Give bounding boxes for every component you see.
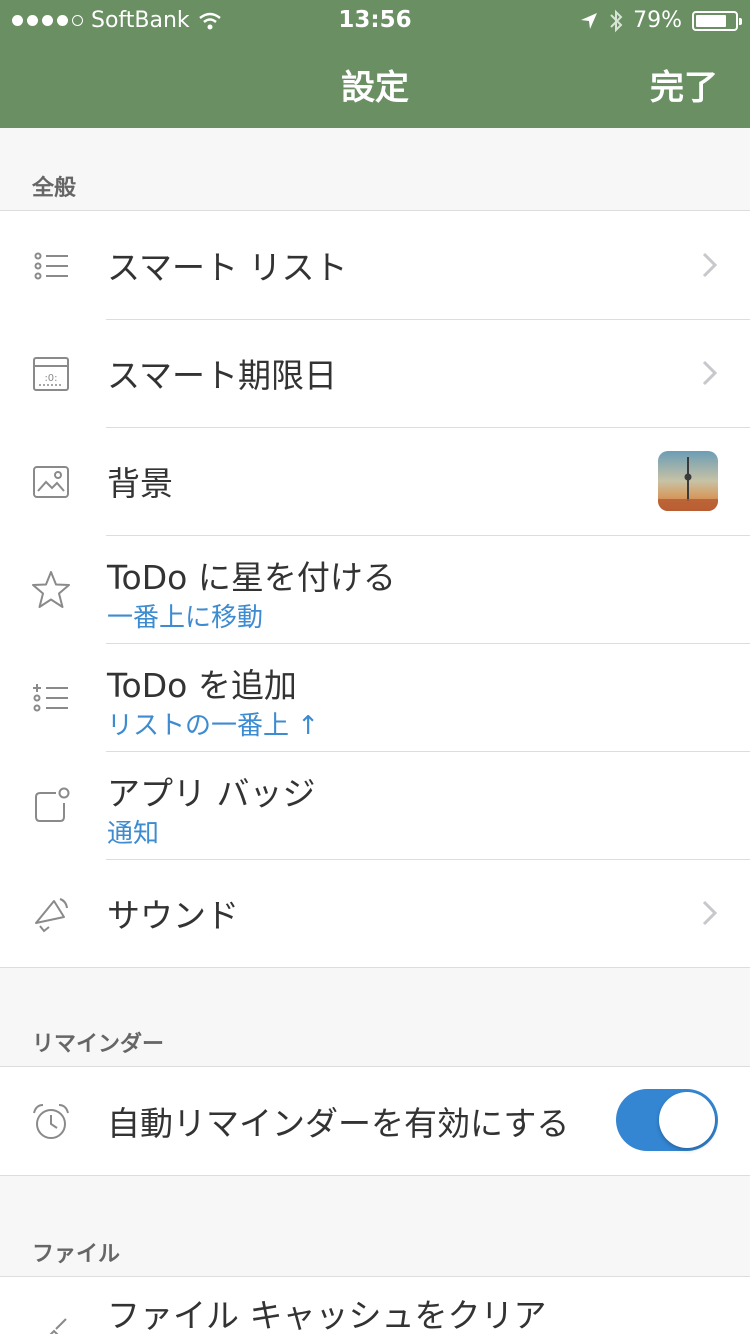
reminders-group: 自動リマインダーを有効にする — [0, 1066, 750, 1176]
location-arrow-icon — [581, 12, 598, 29]
add-todo-label: ToDo を追加 — [107, 666, 297, 705]
sound-row[interactable]: サウンド — [0, 859, 750, 967]
section-header-files: ファイル — [32, 1242, 121, 1267]
background-label: 背景 — [107, 464, 173, 503]
sound-label: サウンド — [107, 896, 239, 935]
section-header-reminders: リマインダー — [32, 1032, 165, 1057]
auto-reminder-row: 自動リマインダーを有効にする — [0, 1067, 750, 1175]
smart-due-date-label: スマート期限日 — [107, 356, 338, 395]
chevron-right-icon — [702, 360, 718, 386]
chevron-right-icon — [702, 900, 718, 926]
star-todo-value: 一番上に移動 — [107, 603, 264, 633]
alarm-clock-icon — [33, 1104, 69, 1139]
star-todo-label: ToDo に星を付ける — [107, 558, 396, 597]
section-header-general: 全般 — [32, 176, 77, 201]
auto-reminder-label: 自動リマインダーを有効にする — [107, 1104, 570, 1143]
list-icon — [34, 252, 68, 280]
star-todo-row[interactable]: ToDo に星を付ける 一番上に移動 — [0, 535, 750, 643]
top-bar: SoftBank 13:56 79% 設定 完了 — [0, 0, 750, 128]
page-title: 設定 — [341, 68, 409, 108]
background-thumbnail[interactable] — [658, 451, 718, 511]
star-icon — [32, 571, 70, 608]
battery-icon — [692, 10, 742, 31]
smart-list-row[interactable]: スマート リスト — [0, 211, 750, 319]
add-todo-value: リストの一番上 ↑ — [107, 711, 320, 741]
megaphone-icon — [35, 898, 68, 933]
app-badge-row[interactable]: アプリ バッジ 通知 — [0, 751, 750, 859]
add-list-icon — [33, 684, 68, 712]
toggle-knob — [659, 1092, 715, 1148]
done-button[interactable]: 完了 — [650, 60, 718, 109]
app-badge-value: 通知 — [107, 819, 160, 849]
status-bar: SoftBank 13:56 79% — [0, 0, 750, 40]
add-todo-row[interactable]: ToDo を追加 リストの一番上 ↑ — [0, 643, 750, 751]
bluetooth-icon — [610, 9, 623, 32]
badge-icon — [35, 787, 70, 822]
svg-text::0:: :0: — [44, 373, 57, 384]
image-icon — [33, 466, 69, 498]
clear-cache-label: ファイル キャッシュをクリア — [107, 1296, 547, 1334]
clear-cache-row[interactable]: ファイル キャッシュをクリア — [0, 1277, 750, 1334]
chevron-right-icon — [702, 252, 718, 278]
smart-due-date-row[interactable]: :0: スマート期限日 — [0, 319, 750, 427]
background-row[interactable]: 背景 — [0, 427, 750, 535]
tv-tower-image — [658, 457, 718, 511]
smart-list-label: スマート リスト — [107, 248, 348, 287]
battery-percent: 79% — [633, 8, 682, 33]
auto-reminder-toggle[interactable] — [616, 1089, 718, 1151]
files-group: ファイル キャッシュをクリア — [0, 1276, 750, 1334]
app-badge-label: アプリ バッジ — [107, 774, 316, 813]
broom-icon — [49, 1318, 67, 1334]
calendar-icon: :0: — [33, 357, 69, 391]
general-group: スマート リスト :0: スマート期限日 背景 ToDo に星を付ける 一番上に… — [0, 210, 750, 968]
